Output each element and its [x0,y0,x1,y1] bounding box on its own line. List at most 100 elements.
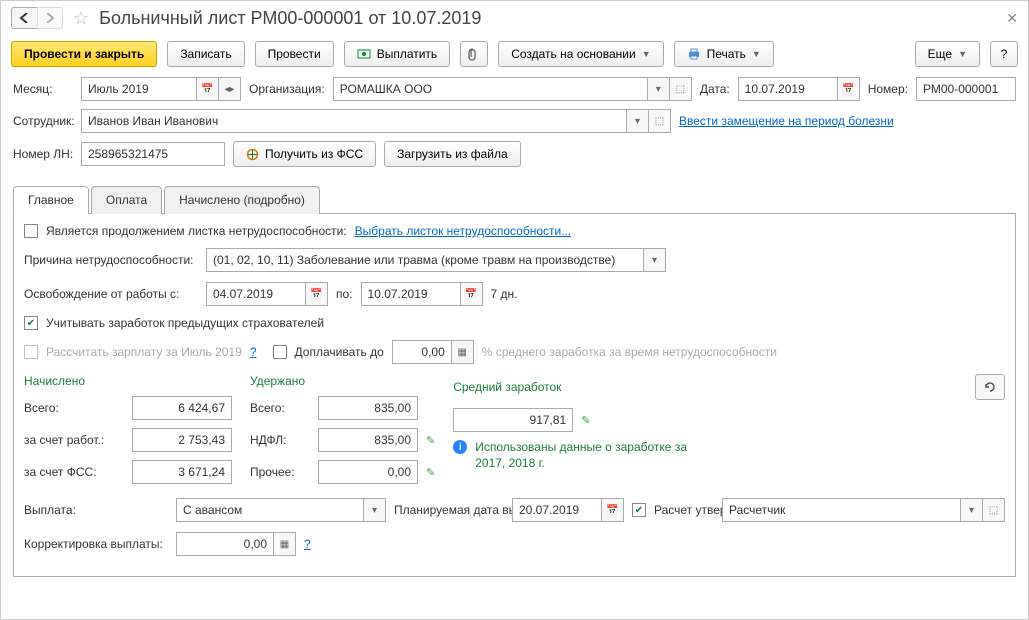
avg-earnings-field[interactable]: 917,81 [453,408,573,432]
more-button[interactable]: Еще▼ [915,41,980,67]
ndfl-field[interactable]: 835,00 [318,428,418,452]
total-label: Всего: [24,401,124,415]
help-button[interactable]: ? [990,41,1018,67]
release-to-field[interactable]: 10.07.2019 [361,282,461,306]
topup-field[interactable]: 0,00 [392,340,452,364]
ln-number-field[interactable]: 258965321475 [81,142,225,166]
continuation-label: Является продолжением листка нетрудоспос… [46,224,347,238]
correction-label: Корректировка выплаты: [24,537,168,551]
recalc-label: Рассчитать зарплату за Июль 2019 [46,345,242,359]
tab-payment[interactable]: Оплата [91,186,162,214]
correction-field[interactable]: 0,00 [176,532,274,556]
calendar-icon[interactable]: 📅 [602,498,624,522]
globe-icon [246,148,259,161]
calendar-icon[interactable]: 📅 [838,77,860,101]
dropdown-icon[interactable]: ▾ [648,77,670,101]
tab-main[interactable]: Главное [13,186,89,214]
employee-field[interactable]: Иванов Иван Иванович [81,109,627,133]
payout-field[interactable]: С авансом [176,498,364,522]
print-button[interactable]: Печать▼ [674,41,774,67]
select-sheet-link[interactable]: Выбрать листок нетрудоспособности... [355,224,572,238]
reason-field[interactable]: (01, 02, 10, 11) Заболевание или травма … [206,248,644,272]
fss-cost-field[interactable]: 3 671,24 [132,460,232,484]
refresh-button[interactable] [975,374,1005,400]
ndfl-label: НДФЛ: [250,433,310,447]
dropdown-icon[interactable]: ▾ [364,498,386,522]
ln-label: Номер ЛН: [13,147,73,161]
withheld-total-label: Всего: [250,401,310,415]
pencil-icon[interactable]: ✎ [426,434,435,447]
withheld-total-field[interactable]: 835,00 [318,396,418,420]
org-field[interactable]: РОМАШКА ООО [333,77,648,101]
continuation-checkbox[interactable] [24,224,38,238]
dropdown-icon[interactable]: ▾ [644,248,666,272]
number-field[interactable]: РМ00-000001 [916,77,1016,101]
refresh-icon [983,380,997,394]
calendar-icon[interactable]: 📅 [306,282,328,306]
nav-forward[interactable] [37,7,63,29]
previous-insurers-label: Учитывать заработок предыдущих страховат… [46,316,324,330]
save-button[interactable]: Записать [167,41,244,67]
release-from-field[interactable]: 04.07.2019 [206,282,306,306]
topup-suffix: % среднего заработка за время нетрудоспо… [482,345,777,359]
topup-checkbox[interactable] [273,345,287,359]
info-icon: i [453,440,467,454]
employer-cost-label: за счет работ.: [24,433,124,447]
recalc-checkbox [24,345,38,359]
approver-field[interactable]: Расчетчик [722,498,961,522]
approved-label: Расчет утвердил [654,503,714,517]
plan-date-field[interactable]: 20.07.2019 [512,498,602,522]
month-field[interactable]: Июль 2019 [81,77,197,101]
caret-down-icon: ▼ [958,49,967,59]
accrued-header: Начислено [24,374,232,388]
employer-cost-field[interactable]: 2 753,43 [132,428,232,452]
pencil-icon[interactable]: ✎ [581,414,590,427]
open-icon[interactable]: ⬚ [983,498,1005,522]
window-title: Больничный лист РМ00-000001 от 10.07.201… [99,8,481,29]
post-button[interactable]: Провести [255,41,334,67]
release-label: Освобождение от работы с: [24,287,198,301]
correction-help-link[interactable]: ? [304,537,311,551]
pay-button[interactable]: Выплатить [344,41,451,67]
date-field[interactable]: 10.07.2019 [738,77,838,101]
plan-date-label: Планируемая дата выплаты: [394,503,504,517]
paperclip-icon [467,47,481,61]
dropdown-icon[interactable]: ▾ [961,498,983,522]
open-icon[interactable]: ⬚ [670,77,692,101]
dropdown-icon[interactable]: ▾ [627,109,649,133]
withheld-header: Удержано [250,374,435,388]
favorite-star-icon[interactable]: ☆ [73,8,89,29]
info-text: Использованы данные о заработке за 2017,… [475,440,705,471]
open-icon[interactable]: ⬚ [649,109,671,133]
accrued-total-field[interactable]: 6 424,67 [132,396,232,420]
get-from-fss-button[interactable]: Получить из ФСС [233,141,376,167]
nav-back[interactable] [11,7,37,29]
payout-label: Выплата: [24,503,168,517]
close-icon[interactable]: ✕ [1006,10,1018,27]
calendar-icon[interactable]: 📅 [461,282,483,306]
recalc-help-link[interactable]: ? [250,345,257,359]
create-based-on-button[interactable]: Создать на основании▼ [498,41,663,67]
previous-insurers-checkbox[interactable]: ✔ [24,316,38,330]
calc-icon[interactable]: ▦ [274,532,296,556]
employee-label: Сотрудник: [13,114,73,128]
avg-earnings-header: Средний заработок [453,380,561,394]
caret-down-icon: ▼ [642,49,651,59]
calc-icon[interactable]: ▦ [452,340,474,364]
days-label: 7 дн. [491,287,518,301]
attach-button[interactable] [460,41,488,67]
approved-checkbox[interactable]: ✔ [632,503,646,517]
money-icon [357,48,371,60]
post-and-close-button[interactable]: Провести и закрыть [11,41,157,67]
number-label: Номер: [868,82,908,96]
topup-label: Доплачивать до [295,345,384,359]
load-from-file-button[interactable]: Загрузить из файла [384,141,521,167]
caret-down-icon: ▼ [752,49,761,59]
substitution-link[interactable]: Ввести замещение на период болезни [679,114,894,128]
tab-detail[interactable]: Начислено (подробно) [164,186,320,214]
stepper-icon[interactable]: ◂▸ [219,77,241,101]
fss-cost-label: за счет ФСС: [24,465,124,479]
other-field[interactable]: 0,00 [318,460,418,484]
calendar-icon[interactable]: 📅 [197,77,219,101]
pencil-icon[interactable]: ✎ [426,466,435,479]
